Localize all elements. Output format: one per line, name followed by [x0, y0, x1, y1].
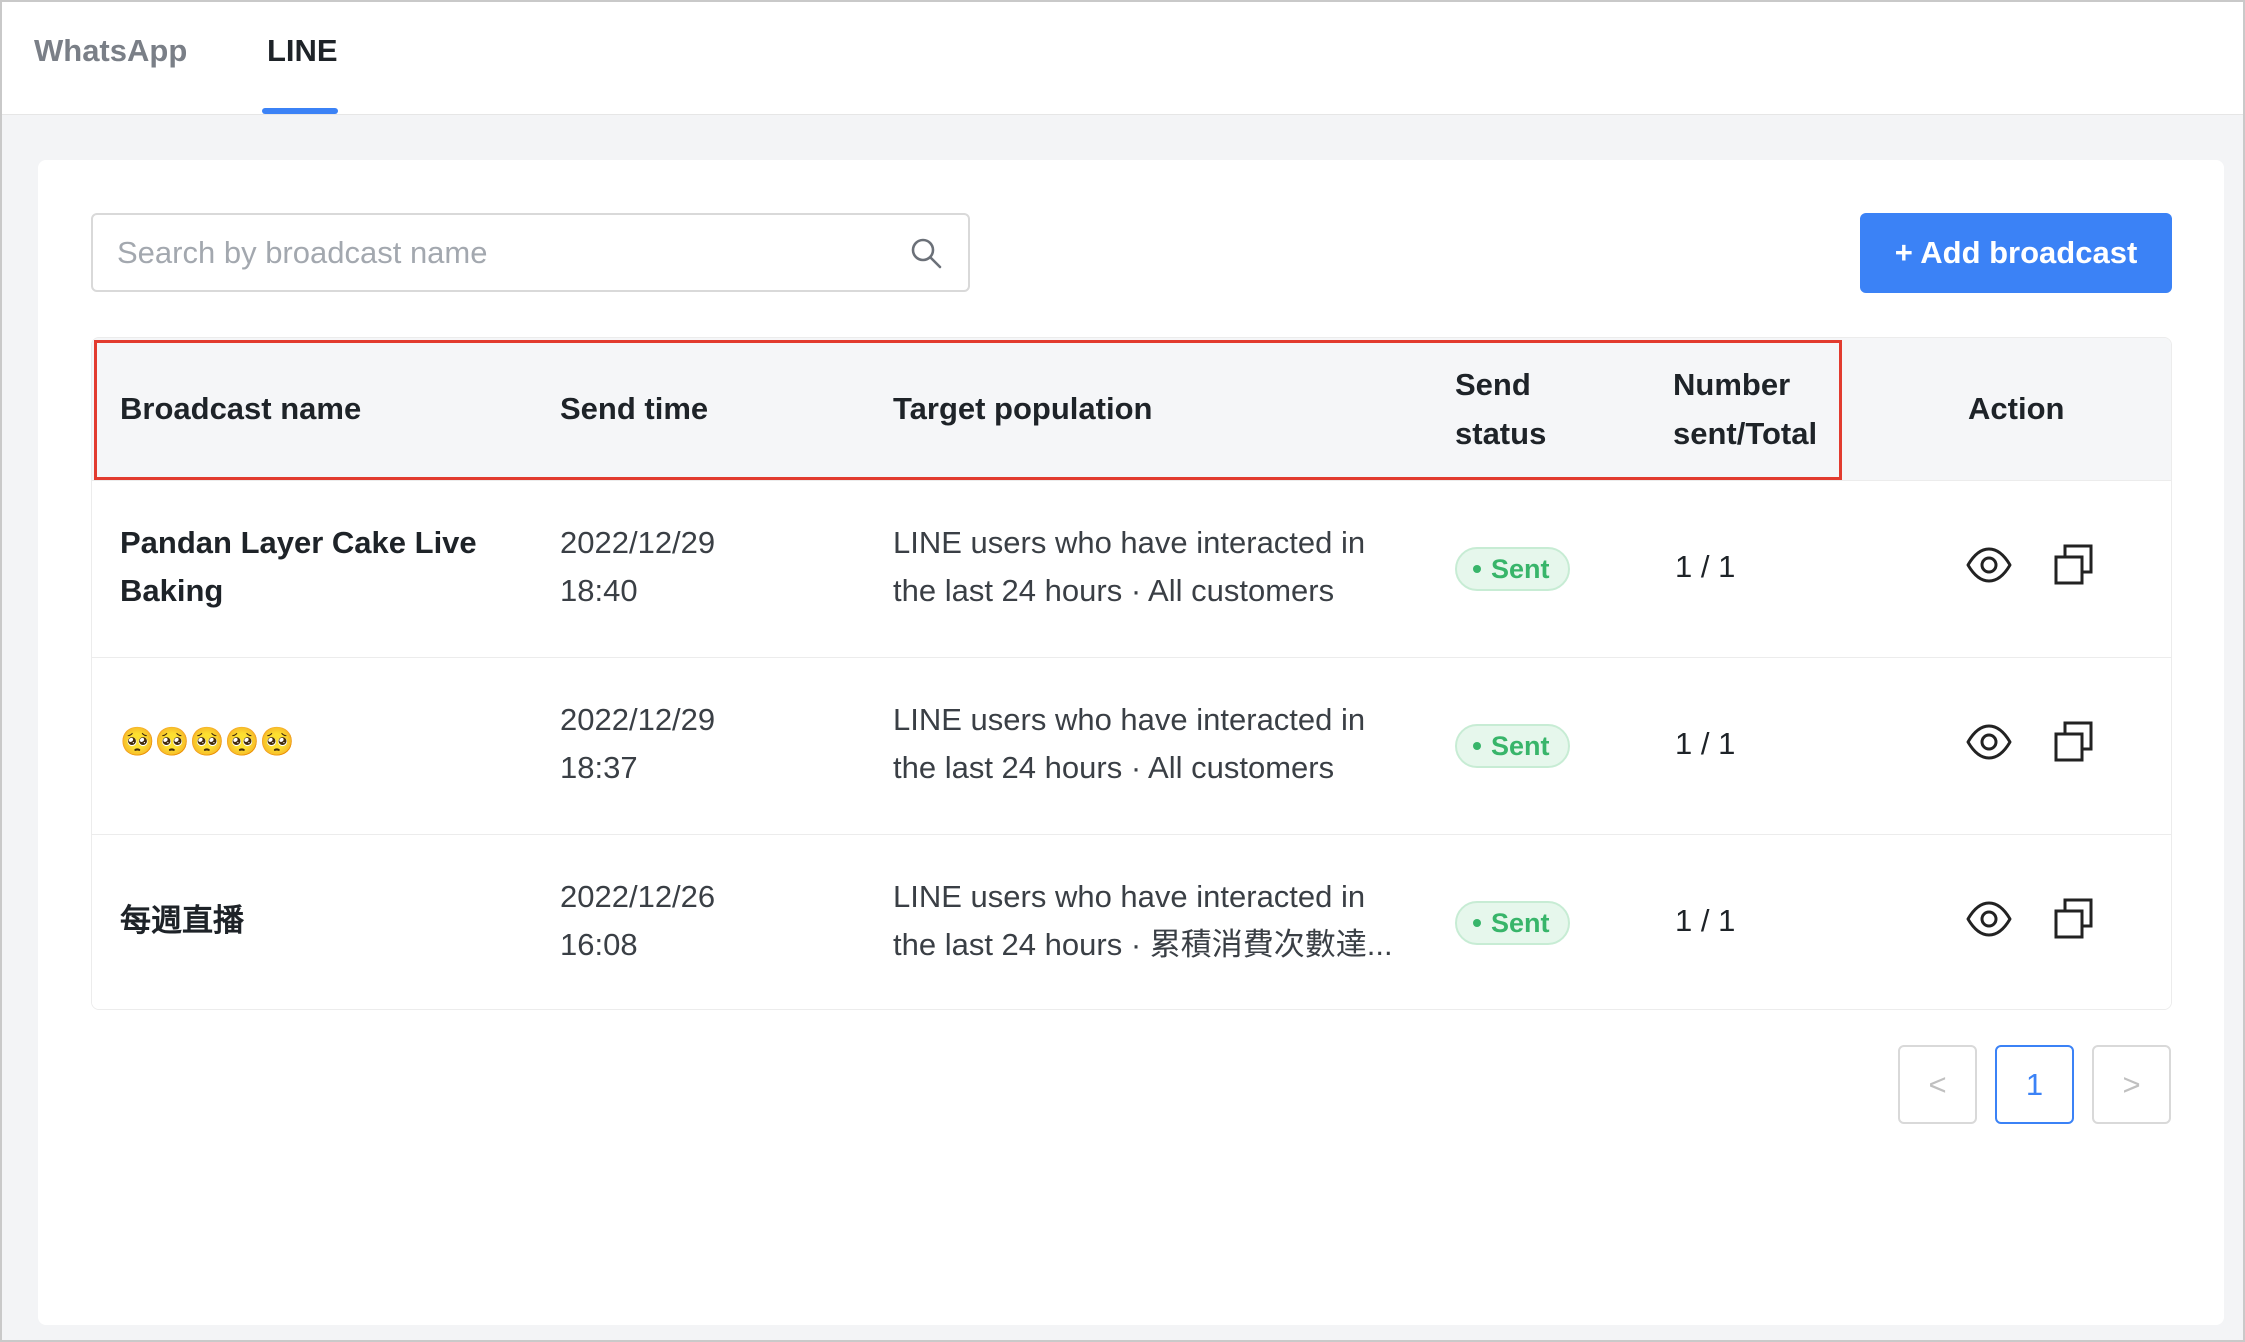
broadcast-name: 每週直播	[120, 897, 244, 945]
status-label: Sent	[1491, 554, 1550, 584]
target-line1: LINE users who have interacted in	[893, 702, 1366, 737]
broadcast-name-line1: 🥺🥺🥺🥺🥺	[120, 726, 295, 757]
channel-tabbar: WhatsApp LINE	[2, 2, 2243, 115]
add-broadcast-button[interactable]: + Add broadcast	[1860, 213, 2172, 293]
table-header: Broadcast name Send time Target populati…	[92, 338, 2171, 480]
tab-label: WhatsApp	[34, 33, 188, 68]
target-line1: LINE users who have interacted in	[893, 525, 1366, 560]
broadcast-name: Pandan Layer Cake Live Baking	[120, 519, 477, 615]
table-row[interactable]: 每週直播 2022/12/26 16:08 LINE users who hav…	[92, 834, 2171, 1009]
status-dot-icon	[1473, 742, 1481, 750]
status-label: Sent	[1491, 908, 1550, 938]
status-dot-icon	[1473, 565, 1481, 573]
chevron-left-icon: <	[1928, 1066, 1947, 1102]
table-row[interactable]: 🥺🥺🥺🥺🥺 2022/12/29 18:37 LINE users who ha…	[92, 657, 2171, 834]
sent-count: 1 / 1	[1675, 549, 1736, 584]
target-line2: the last 24 hours · 累積消費次數達...	[893, 927, 1393, 962]
status-dot-icon	[1473, 919, 1481, 927]
send-date: 2022/12/26	[560, 879, 716, 914]
sent-count: 1 / 1	[1675, 903, 1736, 938]
sent-count: 1 / 1	[1675, 726, 1736, 761]
send-time: 2022/12/29 18:37	[560, 696, 715, 792]
active-tab-indicator	[262, 108, 338, 114]
tab-label: LINE	[267, 33, 338, 68]
search-input[interactable]	[93, 215, 883, 290]
pagination-next-button[interactable]: >	[2092, 1045, 2171, 1124]
copy-icon[interactable]	[2050, 541, 2098, 589]
send-date: 2022/12/29	[560, 702, 716, 737]
pagination-prev-button[interactable]: <	[1898, 1045, 1977, 1124]
target-line2: the last 24 hours · All customers	[893, 750, 1335, 785]
copy-icon[interactable]	[2050, 718, 2098, 766]
target-line1: LINE users who have interacted in	[893, 879, 1366, 914]
column-header-action: Action	[1968, 391, 2065, 426]
send-clock: 18:37	[560, 750, 638, 785]
pagination-page-1[interactable]: 1	[1995, 1045, 2074, 1124]
broadcast-table: Broadcast name Send time Target populati…	[91, 337, 2172, 1010]
broadcast-name-line2: Baking	[120, 573, 224, 608]
app-window: WhatsApp LINE + Add broadcast Broadcast …	[0, 0, 2245, 1342]
target-line2: the last 24 hours · All customers	[893, 573, 1335, 608]
tab-whatsapp[interactable]: WhatsApp	[34, 30, 187, 86]
header-highlight-box	[94, 340, 1842, 480]
table-row[interactable]: Pandan Layer Cake Live Baking 2022/12/29…	[92, 480, 2171, 657]
broadcast-card: + Add broadcast Broadcast name Send time…	[38, 160, 2224, 1325]
target-population: LINE users who have interacted in the la…	[893, 873, 1413, 969]
send-date: 2022/12/29	[560, 525, 716, 560]
status-label: Sent	[1491, 731, 1550, 761]
chevron-right-icon: >	[2122, 1066, 2141, 1102]
copy-icon[interactable]	[2050, 895, 2098, 943]
target-population: LINE users who have interacted in the la…	[893, 519, 1365, 615]
send-time: 2022/12/26 16:08	[560, 873, 715, 969]
send-time: 2022/12/29 18:40	[560, 519, 715, 615]
broadcast-name: 🥺🥺🥺🥺🥺	[120, 718, 294, 766]
eye-icon[interactable]	[1965, 541, 2013, 589]
target-population: LINE users who have interacted in the la…	[893, 696, 1365, 792]
status-badge: Sent	[1455, 901, 1570, 945]
eye-icon[interactable]	[1965, 895, 2013, 943]
status-badge: Sent	[1455, 547, 1570, 591]
send-clock: 18:40	[560, 573, 638, 608]
broadcast-name-line1: Pandan Layer Cake Live	[120, 525, 477, 560]
status-badge: Sent	[1455, 724, 1570, 768]
search-icon[interactable]	[908, 235, 944, 271]
send-clock: 16:08	[560, 927, 638, 962]
search-box	[91, 213, 970, 292]
eye-icon[interactable]	[1965, 718, 2013, 766]
tab-line[interactable]: LINE	[262, 30, 338, 114]
broadcast-name-line1: 每週直播	[120, 903, 244, 938]
